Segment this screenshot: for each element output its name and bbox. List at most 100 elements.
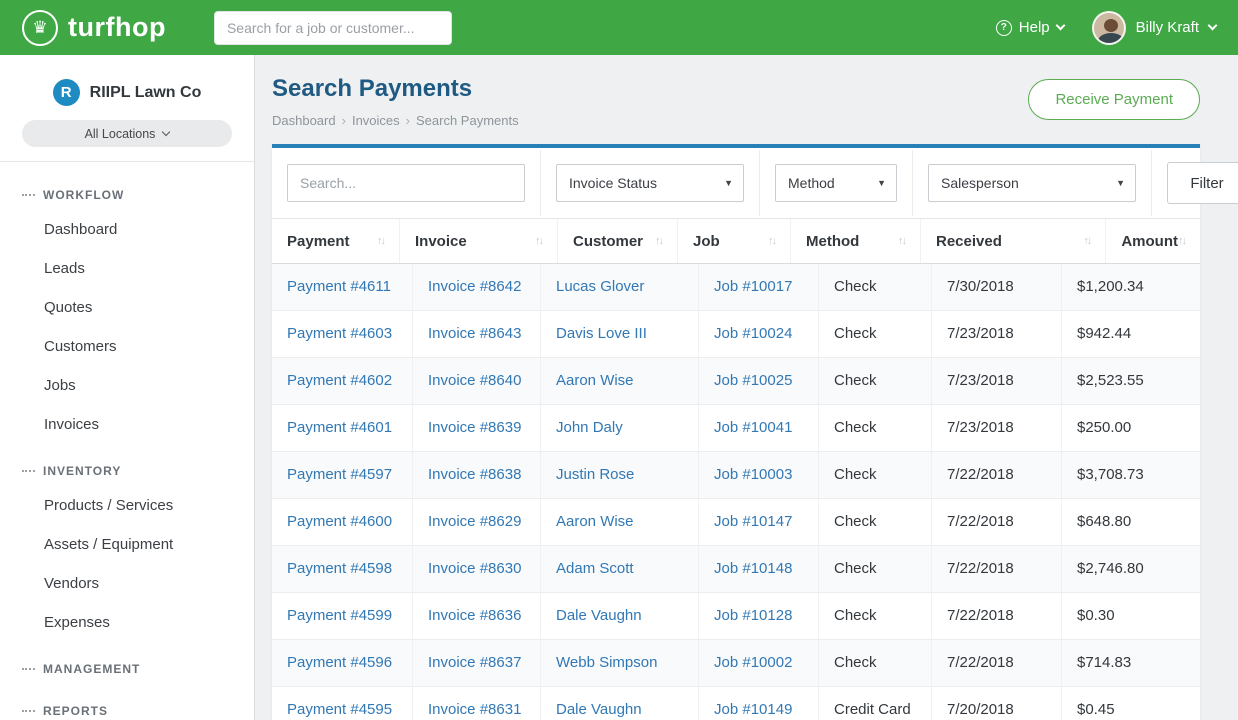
help-question-icon: ?	[996, 20, 1012, 36]
column-header[interactable]: Method ↑↓	[791, 219, 921, 263]
breadcrumb-item[interactable]: Dashboard	[272, 113, 346, 128]
method-value: Method	[788, 175, 835, 191]
column-header[interactable]: Payment ↑↓	[272, 219, 400, 263]
dashes-icon	[22, 194, 35, 196]
job-link[interactable]: Job #10002	[699, 640, 819, 686]
invoice-status-select[interactable]: Invoice Status ▼	[556, 164, 744, 202]
customer-link[interactable]: Dale Vaughn	[541, 687, 699, 720]
received-cell: 7/23/2018	[932, 311, 1062, 357]
job-link[interactable]: Job #10024	[699, 311, 819, 357]
job-link[interactable]: Job #10128	[699, 593, 819, 639]
sidebar-nav-label: WORKFLOW	[43, 188, 124, 202]
table-row: Payment #4599 Invoice #8636 Dale Vaughn …	[272, 593, 1200, 640]
payment-link[interactable]: Payment #4602	[272, 358, 413, 404]
customer-link[interactable]: John Daly	[541, 405, 699, 451]
sidebar-nav-entry[interactable]: Assets / Equipment	[0, 525, 254, 564]
payment-link[interactable]: Payment #4603	[272, 311, 413, 357]
invoice-link[interactable]: Invoice #8638	[413, 452, 541, 498]
column-header[interactable]: Job ↑↓	[678, 219, 791, 263]
customer-link[interactable]: Dale Vaughn	[541, 593, 699, 639]
sidebar-nav-entry[interactable]: Expenses	[0, 603, 254, 642]
app-logo[interactable]: ♛ turfhop	[22, 10, 166, 46]
job-link[interactable]: Job #10017	[699, 264, 819, 310]
received-cell: 7/22/2018	[932, 593, 1062, 639]
payment-link[interactable]: Payment #4600	[272, 499, 413, 545]
help-menu[interactable]: ? Help	[996, 19, 1064, 36]
sidebar-nav-label: Vendors	[44, 575, 99, 592]
column-header[interactable]: Customer ↑↓	[558, 219, 678, 263]
payments-table-body: Payment #4611 Invoice #8642 Lucas Glover…	[272, 264, 1200, 720]
customer-link[interactable]: Adam Scott	[541, 546, 699, 592]
salesperson-select[interactable]: Salesperson ▼	[928, 164, 1136, 202]
all-locations-dropdown[interactable]: All Locations	[22, 120, 232, 147]
sort-arrows-icon: ↑↓	[768, 235, 775, 247]
payment-link[interactable]: Payment #4599	[272, 593, 413, 639]
invoice-link[interactable]: Invoice #8629	[413, 499, 541, 545]
table-search-input[interactable]	[287, 164, 525, 202]
receive-payment-button[interactable]: Receive Payment	[1028, 79, 1200, 120]
invoice-link[interactable]: Invoice #8630	[413, 546, 541, 592]
sidebar-nav-entry[interactable]: Vendors	[0, 564, 254, 603]
column-header[interactable]: Amount ↑↓	[1106, 219, 1200, 263]
customer-link[interactable]: Davis Love III	[541, 311, 699, 357]
breadcrumb-item[interactable]: Invoices	[352, 113, 410, 128]
payment-link[interactable]: Payment #4601	[272, 405, 413, 451]
filter-button[interactable]: Filter	[1167, 162, 1238, 204]
customer-link[interactable]: Justin Rose	[541, 452, 699, 498]
customer-link[interactable]: Webb Simpson	[541, 640, 699, 686]
job-link[interactable]: Job #10147	[699, 499, 819, 545]
dashes-icon	[22, 470, 35, 472]
customer-link[interactable]: Aaron Wise	[541, 499, 699, 545]
received-cell: 7/23/2018	[932, 358, 1062, 404]
invoice-link[interactable]: Invoice #8642	[413, 264, 541, 310]
breadcrumb-item[interactable]: Search Payments	[416, 113, 519, 128]
column-header[interactable]: Invoice ↑↓	[400, 219, 558, 263]
amount-cell: $1,200.34	[1062, 264, 1200, 310]
dashes-icon	[22, 710, 35, 712]
sidebar-nav-label: Quotes	[44, 299, 92, 316]
invoice-link[interactable]: Invoice #8640	[413, 358, 541, 404]
job-link[interactable]: Job #10149	[699, 687, 819, 720]
sidebar-nav-entry[interactable]: Customers	[0, 327, 254, 366]
payment-link[interactable]: Payment #4597	[272, 452, 413, 498]
sort-arrows-icon: ↑↓	[1083, 235, 1090, 247]
global-search-input[interactable]	[214, 11, 452, 45]
job-link[interactable]: Job #10041	[699, 405, 819, 451]
received-cell: 7/30/2018	[932, 264, 1062, 310]
payment-link[interactable]: Payment #4598	[272, 546, 413, 592]
amount-cell: $2,746.80	[1062, 546, 1200, 592]
sidebar-nav-entry[interactable]: Dashboard	[0, 210, 254, 249]
job-link[interactable]: Job #10025	[699, 358, 819, 404]
method-select[interactable]: Method ▼	[775, 164, 897, 202]
received-cell: 7/20/2018	[932, 687, 1062, 720]
payment-link[interactable]: Payment #4596	[272, 640, 413, 686]
invoice-link[interactable]: Invoice #8636	[413, 593, 541, 639]
sidebar-nav-entry[interactable]: Products / Services	[0, 486, 254, 525]
caret-down-icon: ▼	[1116, 178, 1125, 188]
sidebar-nav-entry[interactable]: Jobs	[0, 366, 254, 405]
table-row: Payment #4596 Invoice #8637 Webb Simpson…	[272, 640, 1200, 687]
sidebar-nav-entry[interactable]: Leads	[0, 249, 254, 288]
invoice-link[interactable]: Invoice #8631	[413, 687, 541, 720]
turfhop-crown-icon: ♛	[22, 10, 58, 46]
customer-link[interactable]: Lucas Glover	[541, 264, 699, 310]
company-block: R RIIPL Lawn Co All Locations	[0, 55, 254, 162]
sidebar-nav-entry[interactable]: Invoices	[0, 405, 254, 444]
sidebar-nav-label: Expenses	[44, 614, 110, 631]
amount-cell: $0.30	[1062, 593, 1200, 639]
sidebar: R RIIPL Lawn Co All Locations WORKFLOW D…	[0, 55, 255, 720]
payment-link[interactable]: Payment #4611	[272, 264, 413, 310]
sidebar-nav-entry[interactable]: Quotes	[0, 288, 254, 327]
job-link[interactable]: Job #10148	[699, 546, 819, 592]
column-header[interactable]: Received ↑↓	[921, 219, 1106, 263]
customer-link[interactable]: Aaron Wise	[541, 358, 699, 404]
invoice-link[interactable]: Invoice #8639	[413, 405, 541, 451]
user-menu[interactable]: Billy Kraft	[1092, 11, 1216, 45]
invoice-link[interactable]: Invoice #8643	[413, 311, 541, 357]
payment-link[interactable]: Payment #4595	[272, 687, 413, 720]
invoice-link[interactable]: Invoice #8637	[413, 640, 541, 686]
job-link[interactable]: Job #10003	[699, 452, 819, 498]
dashes-icon	[22, 668, 35, 670]
filter-bar: Invoice Status ▼ Method ▼ Salesperson ▼	[272, 148, 1200, 218]
table-row: Payment #4595 Invoice #8631 Dale Vaughn …	[272, 687, 1200, 720]
